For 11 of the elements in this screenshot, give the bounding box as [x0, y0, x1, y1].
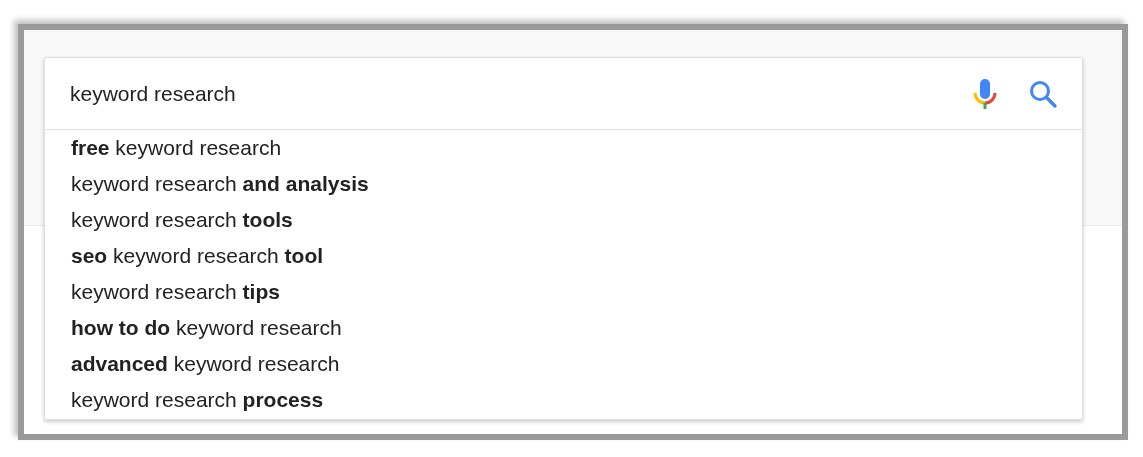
suggestion-item[interactable]: keyword research process [45, 382, 1082, 418]
suggestion-item[interactable]: seo keyword research tool [45, 238, 1082, 274]
suggestion-item[interactable]: keyword research tips [45, 274, 1082, 310]
suggestion-item[interactable]: free keyword research [45, 130, 1082, 166]
suggestion-item[interactable]: how to do keyword research [45, 310, 1082, 346]
suggestion-item[interactable]: keyword research and analysis [45, 166, 1082, 202]
microphone-icon[interactable] [972, 76, 998, 111]
suggestion-item[interactable]: advanced keyword research [45, 346, 1082, 382]
search-icon[interactable] [1028, 78, 1058, 109]
suggestion-item[interactable]: keyword research tools [45, 202, 1082, 238]
search-field[interactable]: keyword research [70, 77, 942, 110]
